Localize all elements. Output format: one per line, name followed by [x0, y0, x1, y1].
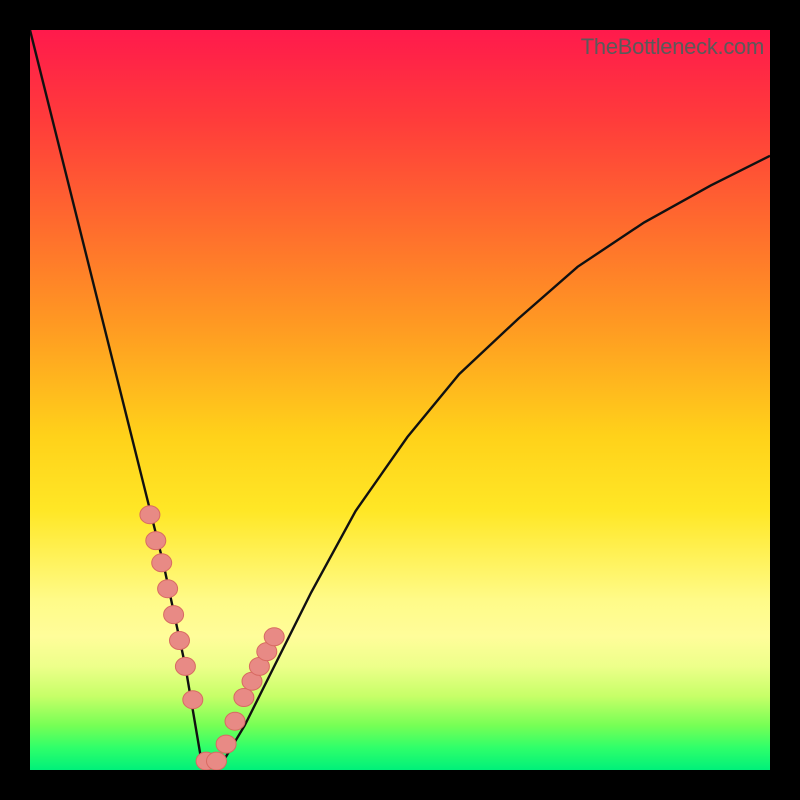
curve-marker	[140, 506, 160, 524]
curve-marker	[234, 689, 254, 707]
curve-marker	[175, 657, 195, 675]
curve-marker	[225, 712, 245, 730]
curve-marker	[216, 735, 236, 753]
chart-plot-area: TheBottleneck.com	[30, 30, 770, 770]
curve-marker	[152, 554, 172, 572]
watermark-text: TheBottleneck.com	[581, 34, 764, 60]
chart-stage: TheBottleneck.com	[0, 0, 800, 800]
curve-marker	[164, 606, 184, 624]
curve-marker	[183, 691, 203, 709]
curve-marker	[170, 632, 190, 650]
curve-marker	[146, 532, 166, 550]
curve-marker	[158, 580, 178, 598]
bottleneck-curve-path	[30, 30, 770, 763]
markers-group	[140, 506, 284, 770]
chart-svg	[30, 30, 770, 770]
curve-marker	[264, 628, 284, 646]
curve-marker	[207, 752, 227, 770]
